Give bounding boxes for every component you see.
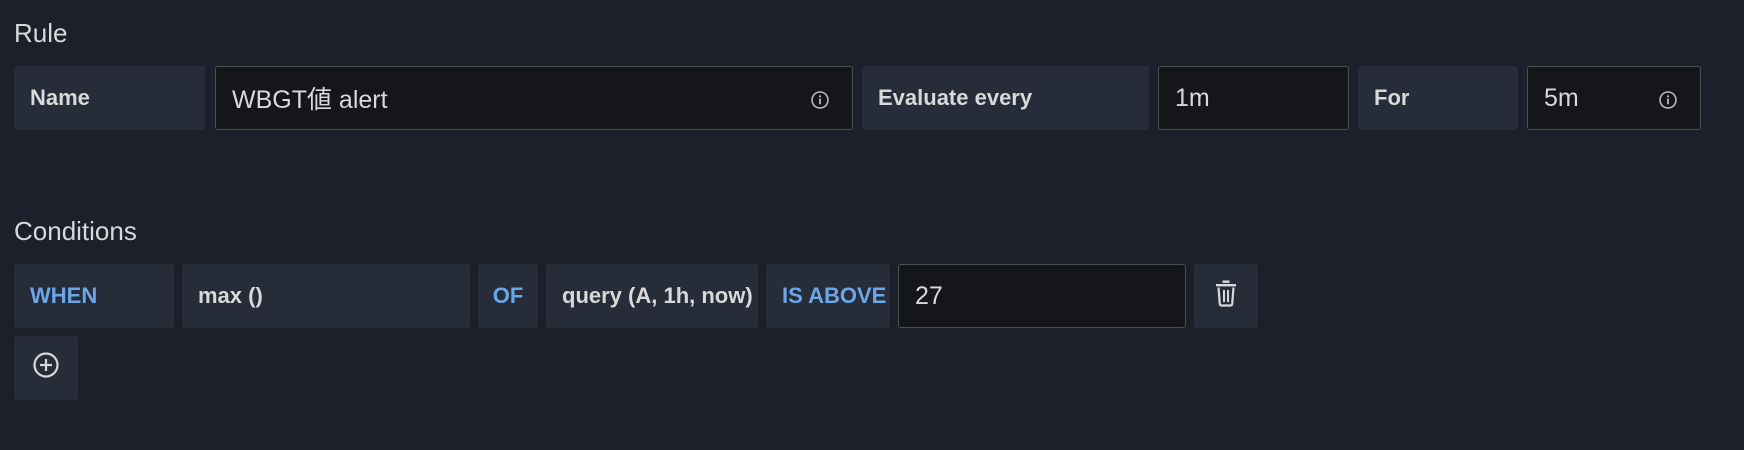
info-circle-icon[interactable] bbox=[810, 88, 830, 109]
for-value: 5m bbox=[1544, 83, 1579, 112]
reducer-select[interactable]: max () bbox=[182, 264, 470, 328]
for-label: For bbox=[1358, 66, 1518, 130]
name-value: WBGT値 alert bbox=[232, 86, 388, 114]
for-input[interactable]: 5m bbox=[1527, 66, 1701, 130]
name-label: Name bbox=[14, 66, 205, 130]
conditions-heading: Conditions bbox=[14, 216, 137, 246]
name-input[interactable]: WBGT値 alert bbox=[215, 66, 853, 130]
evaluator-select[interactable]: IS ABOVE bbox=[766, 264, 890, 328]
when-keyword: WHEN bbox=[14, 264, 174, 328]
evaluate-every-value: 1m bbox=[1175, 83, 1210, 112]
trash-icon bbox=[1213, 279, 1239, 313]
query-select[interactable]: query (A, 1h, now) bbox=[546, 264, 758, 328]
delete-condition-button[interactable] bbox=[1194, 264, 1258, 328]
plus-circle-icon bbox=[32, 351, 60, 385]
rule-heading: Rule bbox=[14, 18, 68, 48]
threshold-input[interactable]: 27 bbox=[898, 264, 1186, 328]
evaluate-every-input[interactable]: 1m bbox=[1158, 66, 1349, 130]
threshold-value: 27 bbox=[915, 281, 943, 310]
evaluate-every-label: Evaluate every bbox=[862, 66, 1149, 130]
of-keyword: OF bbox=[478, 264, 538, 328]
add-condition-button[interactable] bbox=[14, 336, 78, 400]
info-circle-icon[interactable] bbox=[1658, 88, 1678, 109]
